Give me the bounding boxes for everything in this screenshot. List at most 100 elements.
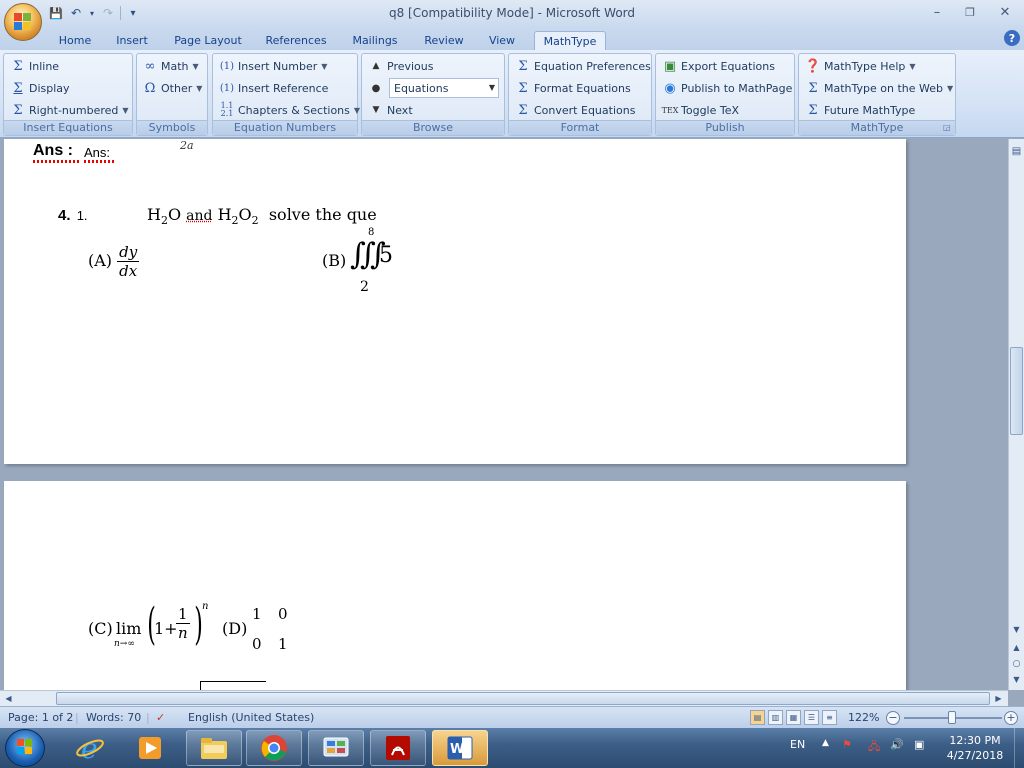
arrow-down-icon: ▼: [372, 105, 380, 115]
print-layout-view-icon[interactable]: ▤: [750, 710, 765, 725]
volume-icon[interactable]: 🔊: [890, 738, 904, 751]
select-browse-object-icon[interactable]: ○: [1010, 657, 1023, 670]
horizontal-scrollbar[interactable]: ◀ ▶: [0, 690, 1008, 706]
tab-references[interactable]: References: [258, 31, 334, 50]
previous-page-icon[interactable]: ▲: [1010, 641, 1023, 654]
answer-label: Ans :: [33, 142, 73, 159]
restore-button[interactable]: ❐: [955, 2, 985, 22]
system-clock[interactable]: 12:30 PM 4/27/2018: [940, 733, 1010, 763]
minimize-button[interactable]: –: [922, 2, 952, 22]
document-page[interactable]: Ans : Ans: 2a 4. 1. H2O and H2O2 solve t…: [4, 139, 906, 464]
toggle-tex-button[interactable]: TEX Toggle TeX: [662, 100, 739, 120]
tab-mathtype[interactable]: MathType: [534, 31, 606, 50]
document-area: Ans : Ans: 2a 4. 1. H2O and H2O2 solve t…: [0, 139, 1008, 690]
acrobat-icon[interactable]: [370, 730, 426, 766]
network-icon[interactable]: 🖧: [868, 738, 880, 757]
tab-mailings[interactable]: Mailings: [344, 31, 406, 50]
publish-mathpage-button[interactable]: ◉ Publish to MathPage: [662, 78, 792, 98]
zoom-slider-thumb[interactable]: [948, 711, 956, 724]
full-screen-reading-view-icon[interactable]: ▥: [768, 710, 783, 725]
equation-fragment: 2a: [180, 139, 194, 152]
equation-preferences-button[interactable]: Σ Equation Preferences: [515, 56, 651, 76]
tab-view[interactable]: View: [480, 31, 524, 50]
page-count[interactable]: Page: 1 of 2: [8, 711, 73, 724]
tab-insert[interactable]: Insert: [108, 31, 156, 50]
option-d: (D): [222, 619, 248, 638]
next-button[interactable]: ▼ Next: [368, 100, 413, 120]
horizontal-scroll-thumb[interactable]: [56, 692, 990, 705]
browse-target-select[interactable]: Equations ▼: [389, 78, 499, 98]
vertical-scroll-thumb[interactable]: [1010, 347, 1023, 435]
display-icon[interactable]: ▣: [914, 738, 924, 751]
scroll-right-icon[interactable]: ▶: [992, 692, 1005, 705]
insert-number-button[interactable]: (1) Insert Number ▼: [219, 56, 327, 76]
answer-text: Ans:: [84, 145, 111, 160]
close-button[interactable]: ✕: [990, 2, 1020, 22]
zoom-out-icon[interactable]: −: [886, 711, 900, 725]
math-symbols-button[interactable]: ∞ Math ▼: [142, 56, 199, 76]
show-hidden-icons[interactable]: ▲: [822, 738, 829, 748]
dialog-launcher-icon[interactable]: ◲: [943, 123, 953, 133]
zoom-in-icon[interactable]: +: [1004, 711, 1018, 725]
zoom-level[interactable]: 122%: [848, 711, 879, 724]
inline-button[interactable]: Σ Inline: [10, 56, 59, 76]
vertical-scrollbar[interactable]: ▤ ▼ ▲ ○ ▼: [1008, 139, 1024, 690]
integral-value: 5: [379, 243, 393, 268]
media-player-icon[interactable]: [122, 730, 178, 766]
chevron-down-icon: ▼: [909, 61, 916, 71]
group-symbols: ∞ Math ▼ Ω Other ▼ Symbols: [136, 53, 208, 136]
tab-home[interactable]: Home: [50, 31, 100, 50]
title-bar: 💾 ↶ ▾ ↷ ▾ q8 [Compatibility Mode] - Micr…: [0, 0, 1024, 28]
tab-review[interactable]: Review: [416, 31, 472, 50]
mathtype-on-web-button[interactable]: Σ MathType on the Web ▼: [805, 78, 953, 98]
office-button[interactable]: [4, 3, 42, 41]
display-button[interactable]: Σ Display: [10, 78, 69, 98]
svg-text:W: W: [450, 742, 464, 757]
mathtype-help-button[interactable]: ❓ MathType Help ▼: [805, 56, 916, 76]
spelling-check-icon[interactable]: ✓: [156, 711, 165, 724]
chevron-down-icon: ▼: [122, 105, 129, 115]
group-equation-numbers: (1) Insert Number ▼ (1) Insert Reference 1.…: [212, 53, 360, 136]
scroll-left-icon[interactable]: ◀: [2, 692, 15, 705]
language-indicator[interactable]: English (United States): [188, 711, 314, 724]
next-page-icon[interactable]: ▼: [1010, 673, 1023, 686]
ruler-toggle-icon[interactable]: ▤: [1010, 145, 1023, 158]
internet-explorer-icon[interactable]: e: [62, 730, 118, 766]
scroll-down-icon[interactable]: ▼: [1010, 623, 1023, 636]
other-symbols-button[interactable]: Ω Other ▼: [142, 78, 203, 98]
group-label: Equation Numbers: [213, 120, 357, 135]
sigma-numbered-icon: Σ: [13, 102, 23, 118]
flag-icon[interactable]: ⚑: [842, 738, 852, 751]
previous-button[interactable]: ▲ Previous: [368, 56, 434, 76]
equation-preferences-icon: Σ: [518, 58, 528, 74]
insert-reference-button[interactable]: (1) Insert Reference: [219, 78, 329, 98]
outline-view-icon[interactable]: ☰: [804, 710, 819, 725]
right-numbered-button[interactable]: Σ Right-numbered ▼: [10, 100, 129, 120]
show-desktop-button[interactable]: [1014, 728, 1024, 768]
chrome-icon[interactable]: [246, 730, 302, 766]
word-count[interactable]: Words: 70: [86, 711, 141, 724]
group-label: MathType: [799, 120, 955, 135]
document-page-2[interactable]: (C) lim n→∞ ( 1+ 1 n ) n (D) 1 0 0 1: [4, 481, 906, 690]
format-equations-button[interactable]: Σ Format Equations: [515, 78, 630, 98]
help-icon[interactable]: ?: [1004, 30, 1020, 46]
convert-equations-button[interactable]: Σ Convert Equations: [515, 100, 635, 120]
export-equations-button[interactable]: ▣ Export Equations: [662, 56, 775, 76]
start-button[interactable]: [5, 729, 45, 767]
language-bar[interactable]: EN: [790, 738, 805, 751]
chapters-sections-button[interactable]: 1.1 2.1 Chapters & Sections ▼: [219, 100, 360, 120]
browse-target-icon: ●: [371, 82, 381, 94]
file-explorer-icon[interactable]: [186, 730, 242, 766]
clock-date: 4/27/2018: [946, 749, 1004, 762]
export-icon: ▣: [663, 58, 677, 74]
windows-logo-icon: [17, 739, 32, 754]
window-title: q8 [Compatibility Mode] - Microsoft Word: [388, 6, 635, 20]
word-icon[interactable]: W: [432, 730, 488, 766]
chevron-down-icon: ▼: [947, 83, 954, 93]
draft-view-icon[interactable]: ≡: [822, 710, 837, 725]
future-mathtype-button[interactable]: Σ Future MathType: [805, 100, 915, 120]
tab-page-layout[interactable]: Page Layout: [166, 31, 250, 50]
web-layout-view-icon[interactable]: ▦: [786, 710, 801, 725]
web-icon: Σ: [808, 80, 818, 96]
control-panel-icon[interactable]: [308, 730, 364, 766]
